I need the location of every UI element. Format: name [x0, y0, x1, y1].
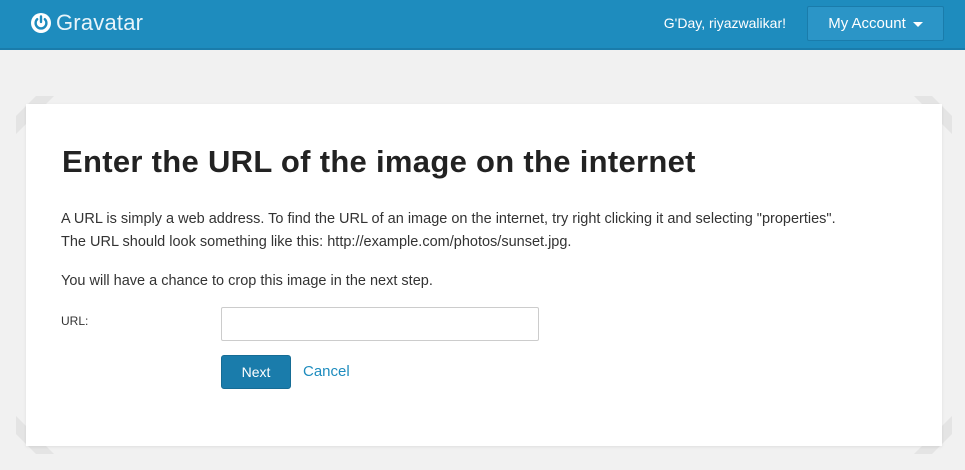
crop-note: You will have a chance to crop this imag… — [61, 273, 433, 289]
caret-down-icon — [912, 22, 923, 27]
next-button[interactable]: Next — [221, 355, 291, 389]
top-navigation-bar: Gravatar G'Day, riyazwalikar! My Account — [0, 0, 965, 50]
card-body: Enter the URL of the image on the intern… — [26, 104, 942, 446]
logo-text: Gravatar — [56, 10, 144, 35]
description-line: The URL should look something like this:… — [61, 234, 572, 250]
cancel-link[interactable]: Cancel — [303, 363, 350, 380]
my-account-button[interactable]: My Account — [807, 6, 944, 41]
content-card: Enter the URL of the image on the intern… — [16, 96, 952, 454]
page-title: Enter the URL of the image on the intern… — [62, 144, 696, 179]
url-input[interactable] — [221, 307, 539, 341]
description-line: A URL is simply a web address. To find t… — [61, 211, 836, 227]
my-account-label: My Account — [828, 15, 906, 32]
gravatar-power-icon — [30, 12, 52, 34]
user-greeting: G'Day, riyazwalikar! — [663, 15, 786, 31]
url-description: A URL is simply a web address. To find t… — [61, 208, 931, 254]
gravatar-logo[interactable]: Gravatar — [30, 10, 143, 36]
url-label: URL: — [61, 314, 89, 328]
